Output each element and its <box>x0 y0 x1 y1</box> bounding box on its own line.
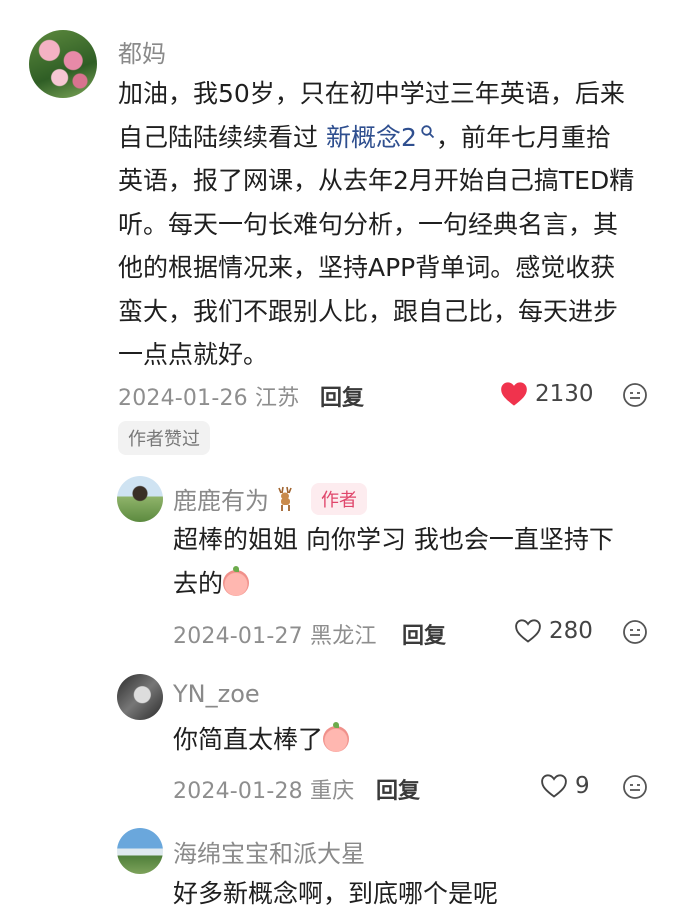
comment-emoji-icon[interactable] <box>622 619 648 645</box>
topic-link-label: 新概念2 <box>325 122 417 152</box>
comment-line: 蛮大，我们不跟别人比，跟自己比，每天进步 <box>118 296 619 326</box>
avatar[interactable] <box>117 674 163 720</box>
avatar[interactable] <box>117 476 163 522</box>
avatar[interactable] <box>29 30 97 98</box>
comment-meta: 2024-01-28 重庆 <box>173 779 355 804</box>
like-button[interactable]: 9 <box>540 773 590 799</box>
username[interactable]: 都妈 <box>118 34 166 69</box>
reply-header: 鹿鹿有为 作者 <box>173 481 367 516</box>
heart-outline-icon <box>541 774 567 798</box>
username[interactable]: YN_zoe <box>173 680 260 708</box>
like-count: 2130 <box>535 381 594 407</box>
username[interactable]: 鹿鹿有为 <box>173 481 269 516</box>
heart-filled-icon <box>501 382 527 406</box>
comment-emoji-icon[interactable] <box>622 774 648 800</box>
like-count: 9 <box>575 773 590 799</box>
username[interactable]: 海绵宝宝和派大星 <box>173 834 365 869</box>
comment-line: 一点点就好。 <box>118 340 269 369</box>
comment-line: 听。每天一句长难句分析，一句经典名言，其 <box>118 209 619 239</box>
like-button[interactable]: 280 <box>514 618 593 644</box>
author-liked-badge: 作者赞过 <box>118 421 210 455</box>
comment-text-segment: ，前年七月重拾 <box>435 122 611 152</box>
comment-line: 加油，我50岁，只在初中学过三年英语，后来 <box>118 79 625 108</box>
reply-button[interactable]: 回复 <box>402 618 446 650</box>
reply-text: 超棒的姐姐 向你学习 我也会一直坚持下 去的 <box>173 518 673 605</box>
reply-text: 你简直太棒了 <box>173 718 673 762</box>
peach-emoji-icon <box>323 722 350 752</box>
like-button[interactable]: 2130 <box>500 381 594 407</box>
reply-line: 超棒的姐姐 向你学习 我也会一直坚持下 <box>173 525 614 554</box>
reply-text-segment: 你简直太棒了 <box>173 725 324 754</box>
reply-line: 去的 <box>173 562 673 606</box>
comment-text-segment: 自己陆陆续续看过 <box>118 122 326 152</box>
reply-text-segment: 去的 <box>173 568 224 598</box>
reply-button[interactable]: 回复 <box>376 773 420 805</box>
comment-emoji-icon[interactable] <box>622 382 648 408</box>
reply-text: 好多新概念啊，到底哪个是呢 <box>173 879 499 908</box>
comment-line: 自己陆陆续续看过 新概念2 ，前年七月重拾 <box>118 116 678 160</box>
author-tag: 作者 <box>311 482 367 515</box>
peach-emoji-icon <box>223 565 250 596</box>
topic-link[interactable]: 新概念2 <box>326 123 436 152</box>
comment-line: 他的根据情况来，坚持APP背单词。感觉收获 <box>118 253 616 282</box>
comment-meta: 2024-01-26 江苏 <box>118 386 300 411</box>
deer-icon <box>278 486 292 511</box>
search-icon <box>421 124 434 138</box>
comment-line: 英语，报了网课，从去年2月开始自己搞TED精 <box>118 166 635 195</box>
reply-button[interactable]: 回复 <box>320 380 364 412</box>
heart-outline-icon <box>515 619 541 643</box>
comment-meta: 2024-01-27 黑龙江 <box>173 624 377 649</box>
like-count: 280 <box>549 618 593 644</box>
comment-text: 加油，我50岁，只在初中学过三年英语，后来 自己陆陆续续看过 新概念2 ，前年七月… <box>118 72 678 377</box>
avatar[interactable] <box>117 828 163 874</box>
